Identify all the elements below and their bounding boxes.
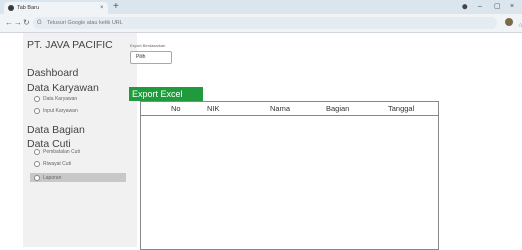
tab-favicon-icon [8, 5, 14, 11]
reload-icon[interactable]: ↻ [23, 14, 30, 32]
main-content: Export Berdasarkan Pilih Export Excel No… [129, 33, 522, 250]
browser-tab[interactable]: Tab Baru × [4, 2, 108, 14]
tab-title: Tab Baru [17, 5, 40, 11]
back-icon[interactable]: ← [5, 14, 13, 32]
sidebar-item-dashboard[interactable]: Dashboard [27, 67, 78, 79]
export-filter-select[interactable]: Pilih [130, 51, 172, 64]
radio-icon [34, 174, 40, 181]
sidebar-subitem-label: Riwayat Cuti [43, 161, 72, 167]
radio-icon [34, 108, 40, 114]
sidebar-subitem-data-karyawan[interactable]: Data Karyawan [34, 96, 77, 102]
address-bar[interactable]: G Telusuri Google atau ketik URL ☆ [33, 17, 522, 29]
column-header-tanggal: Tanggal [388, 104, 415, 113]
sidebar: PT. JAVA PACIFIC Dashboard Data Karyawan… [23, 33, 137, 247]
browser-tabstrip: Tab Baru × + ⬤ – ▢ × [0, 0, 522, 14]
radio-icon [34, 96, 40, 102]
report-table: No NIK Nama Bagian Tanggal [140, 101, 439, 250]
new-tab-button[interactable]: + [113, 0, 119, 14]
sidebar-subitem-pembatalan-cuti[interactable]: Pembatalan Cuti [34, 149, 80, 155]
export-excel-button[interactable]: Export Excel [129, 87, 203, 101]
radio-icon [34, 149, 40, 155]
column-header-bagian: Bagian [326, 104, 350, 113]
minimize-button[interactable]: – [478, 0, 482, 14]
sidebar-subitem-label: Data Karyawan [43, 96, 78, 102]
column-header-no: No [171, 104, 181, 113]
forward-icon[interactable]: → [14, 14, 22, 32]
close-window-button[interactable]: × [510, 0, 514, 14]
radio-icon [34, 161, 40, 167]
column-header-nama: Nama [270, 104, 291, 113]
sidebar-subitem-riwayat-cuti[interactable]: Riwayat Cuti [34, 161, 71, 167]
profile-icon[interactable]: ⬤ [462, 0, 468, 14]
sidebar-subitem-label: Input Karyawan [43, 108, 78, 114]
brand-title: PT. JAVA PACIFIC [27, 39, 113, 51]
sidebar-item-data-karyawan[interactable]: Data Karyawan [27, 82, 99, 94]
browser-toolbar: ← → ↻ G Telusuri Google atau ketik URL ☆… [0, 14, 522, 41]
sidebar-subitem-input-karyawan[interactable]: Input Karyawan [34, 108, 78, 114]
column-header-nik: NIK [207, 104, 220, 113]
sidebar-subitem-label: Laporan [43, 174, 62, 181]
table-header: No NIK Nama Bagian Tanggal [141, 102, 438, 116]
maximize-button[interactable]: ▢ [494, 0, 501, 14]
extension-icon[interactable] [505, 18, 513, 26]
sidebar-subitem-laporan[interactable]: Laporan [30, 173, 126, 182]
export-filter-label: Export Berdasarkan [130, 43, 166, 48]
sidebar-subitem-label: Pembatalan Cuti [43, 149, 80, 155]
sidebar-item-data-bagian[interactable]: Data Bagian [27, 124, 85, 136]
google-icon: G [37, 20, 42, 26]
address-placeholder: Telusuri Google atau ketik URL [47, 20, 123, 26]
tab-close-icon[interactable]: × [100, 3, 104, 13]
